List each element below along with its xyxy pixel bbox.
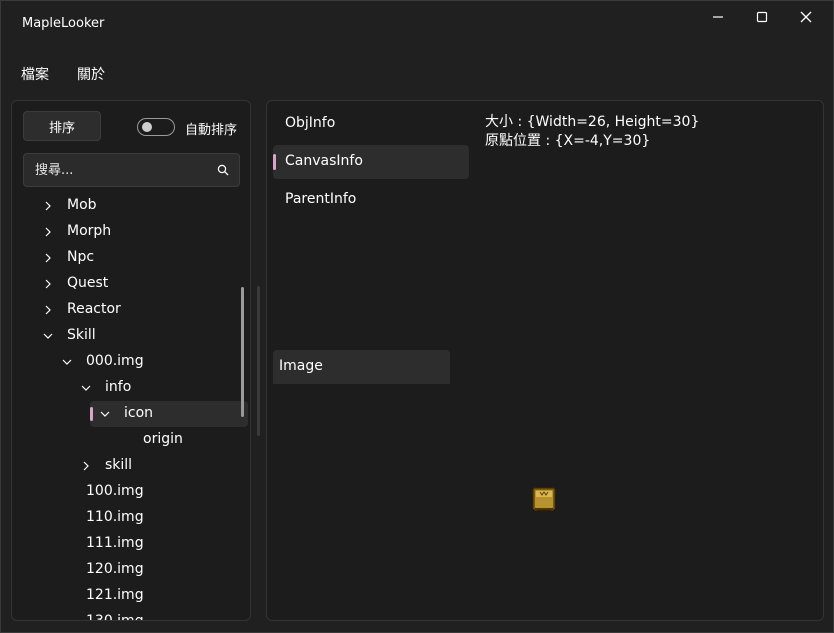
chevron-right-icon[interactable] — [42, 252, 54, 264]
image-header: Image — [273, 350, 450, 384]
tree-item-label: 100.img — [86, 483, 144, 499]
tree-item[interactable]: Morph — [12, 219, 240, 245]
tab-label: ObjInfo — [285, 115, 336, 131]
tree-item-label: 120.img — [86, 561, 144, 577]
tab-selection-indicator — [273, 154, 276, 170]
minimize-icon — [713, 16, 723, 18]
tree-item[interactable]: 111.img — [12, 531, 240, 557]
tree-item-label: origin — [143, 431, 183, 447]
tab-objinfo[interactable]: ObjInfo — [273, 107, 469, 141]
tree-item-label: 110.img — [86, 509, 144, 525]
tree-item[interactable]: 130.img — [12, 609, 240, 620]
chevron-right-icon[interactable] — [80, 460, 92, 472]
tree-item-label: Quest — [67, 275, 109, 291]
tab-parentinfo[interactable]: ParentInfo — [273, 183, 469, 217]
chevron-right-icon[interactable] — [42, 278, 54, 290]
menu-file[interactable]: 檔案 — [19, 62, 51, 86]
info-size: 大小 : {Width=26, Height=30} — [485, 114, 700, 130]
tree-item-label: Mob — [67, 197, 97, 213]
sort-button[interactable]: 排序 — [23, 111, 101, 141]
chevron-down-icon[interactable] — [61, 356, 73, 368]
info-origin: 原點位置 : {X=-4,Y=30} — [485, 133, 651, 149]
app-title: MapleLooker — [22, 16, 105, 31]
maximize-button[interactable] — [740, 4, 784, 30]
tree-item[interactable]: Skill — [12, 323, 240, 349]
tree-item-label: 121.img — [86, 587, 144, 603]
chevron-down-icon[interactable] — [99, 408, 111, 420]
search-input[interactable] — [35, 154, 205, 186]
tree-item[interactable]: 100.img — [12, 479, 240, 505]
chevron-right-icon[interactable] — [42, 226, 54, 238]
tree-item-selected[interactable]: icon — [90, 401, 248, 427]
chevron-down-icon[interactable] — [42, 330, 54, 342]
search-icon[interactable] — [217, 164, 229, 176]
tree-item[interactable]: skill — [12, 453, 240, 479]
search-box — [23, 153, 240, 187]
chevron-right-icon[interactable] — [42, 304, 54, 316]
tab-label: CanvasInfo — [285, 153, 363, 169]
menu-about[interactable]: 關於 — [75, 62, 107, 86]
tree-item-label: skill — [105, 457, 133, 473]
tab-label: ParentInfo — [285, 191, 357, 207]
tree-item-label: Morph — [67, 223, 112, 239]
tree-item[interactable]: Quest — [12, 271, 240, 297]
minimize-button[interactable] — [696, 4, 740, 30]
close-button[interactable] — [784, 4, 828, 30]
tree-item[interactable]: Mob — [12, 193, 240, 219]
tree-item[interactable]: info — [12, 375, 240, 401]
tree-item-label: icon — [124, 405, 154, 421]
tree-item[interactable]: 110.img — [12, 505, 240, 531]
auto-sort-toggle[interactable] — [137, 118, 175, 136]
tree-item[interactable]: Npc — [12, 245, 240, 271]
tree-item[interactable]: 000.img — [12, 349, 240, 375]
tree-item[interactable]: origin — [12, 427, 240, 453]
close-icon — [800, 11, 812, 23]
selection-indicator — [90, 407, 93, 421]
image-header-label: Image — [279, 358, 323, 374]
right-panel: ObjInfo CanvasInfo ParentInfo 大小 : {Width=… — [266, 100, 824, 621]
tree-scrollbar[interactable] — [241, 287, 244, 417]
tab-canvasinfo[interactable]: CanvasInfo — [273, 145, 469, 179]
auto-sort-label: 自動排序 — [185, 123, 238, 138]
chevron-right-icon[interactable] — [42, 200, 54, 212]
tree-item-label: Skill — [67, 327, 96, 343]
tree-item-label: 000.img — [86, 353, 144, 369]
tree-item[interactable]: 120.img — [12, 557, 240, 583]
chevron-down-icon[interactable] — [80, 382, 92, 394]
tree-view[interactable]: Mob Morph Npc Quest Reactor Skill 000.img info i… — [12, 193, 250, 620]
left-panel: 排序 自動排序 Mob Morph Npc Quest Reactor Skill 000.… — [11, 100, 251, 621]
tree-item-label: info — [105, 379, 132, 395]
skill-icon-image — [532, 487, 556, 512]
tree-item-label: Reactor — [67, 301, 121, 317]
panel-splitter[interactable] — [257, 286, 260, 436]
tree-item-label: Npc — [67, 249, 95, 265]
maximize-icon — [756, 11, 768, 23]
toggle-knob — [142, 122, 152, 132]
tree-item-label: 130.img — [86, 613, 144, 620]
tree-item-label: 111.img — [86, 535, 144, 551]
tree-item[interactable]: 121.img — [12, 583, 240, 609]
tree-item[interactable]: Reactor — [12, 297, 240, 323]
